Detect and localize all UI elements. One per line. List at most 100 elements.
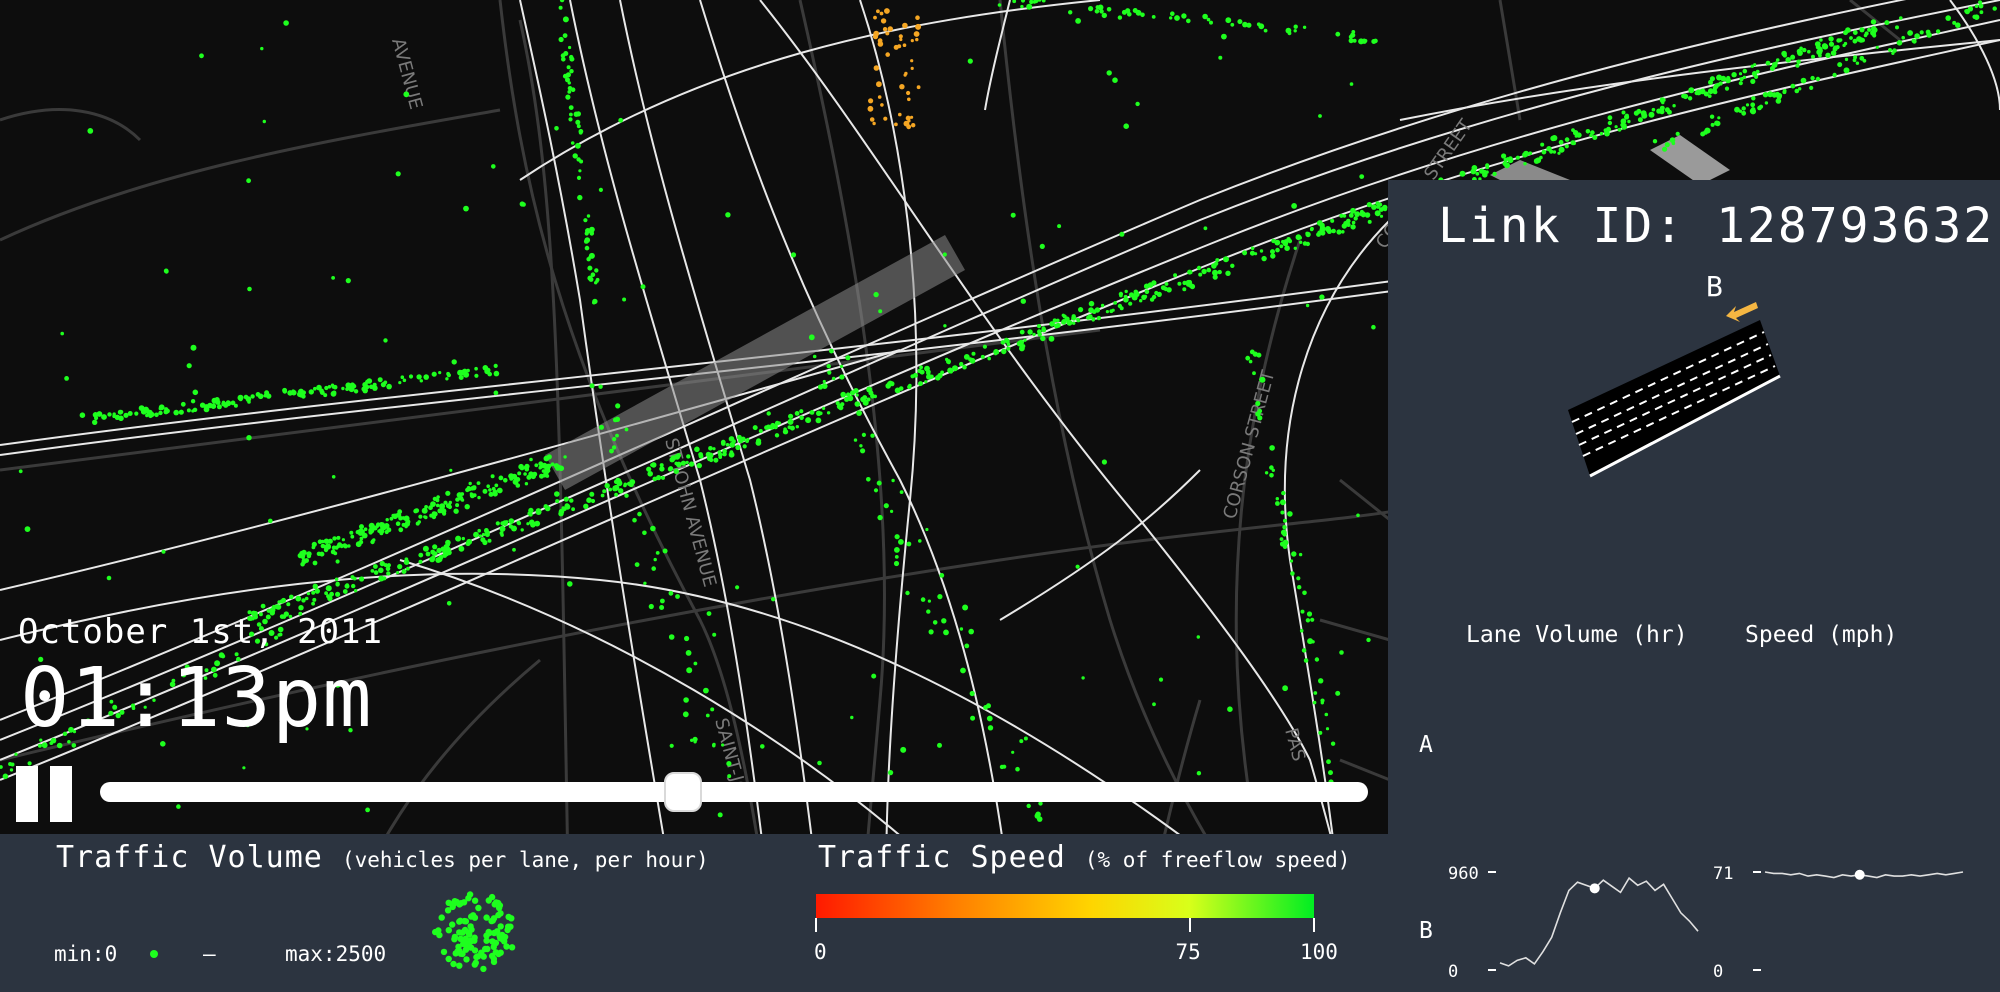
vehicle-dot: [1296, 576, 1301, 581]
vehicle-dot: [345, 583, 350, 587]
vehicle-dot: [1843, 67, 1850, 74]
vehicle-dot: [180, 401, 186, 407]
vehicle-dot: [920, 597, 926, 602]
pause-button[interactable]: [16, 766, 74, 824]
volume-min-dot: [150, 950, 158, 958]
vehicle-dot: [1363, 39, 1368, 43]
vehicle-dot: [1459, 170, 1466, 177]
vehicle-dot: [423, 374, 430, 380]
vehicle-dot: [512, 479, 519, 485]
vehicle-dot: [146, 409, 152, 415]
vehicle-dot: [647, 471, 653, 477]
vehicle-dot: [1358, 38, 1365, 45]
vehicle-dot: [242, 766, 246, 770]
vehicle-dot: [840, 391, 846, 398]
vehicle-dot: [516, 520, 521, 525]
vehicle-dot: [1230, 263, 1235, 268]
vehicle-dot: [1350, 224, 1356, 230]
vehicle-dot: [486, 484, 491, 489]
vehicle-dot: [1282, 525, 1287, 530]
vehicle-dot: [853, 388, 859, 394]
vehicle-dot: [529, 457, 533, 462]
vehicle-dot: [1501, 153, 1507, 159]
vehicle-dot: [1088, 300, 1095, 307]
vehicle-dot: [186, 408, 191, 413]
vehicle-dot: [542, 474, 547, 478]
vehicle-dot: [569, 54, 574, 60]
volume-range-dash: –: [203, 942, 216, 966]
vehicle-dot: [708, 446, 713, 451]
vehicle-dot: [262, 119, 266, 124]
vehicle-dot: [1758, 104, 1764, 109]
volume-cluster-dot: [457, 950, 464, 957]
vehicle-dot: [1019, 345, 1025, 352]
vehicle-dot: [421, 507, 428, 514]
vehicle-dot: [1564, 144, 1569, 149]
vehicle-dot: [712, 447, 716, 451]
vehicle-dot: [18, 469, 23, 474]
volume-cluster-dot: [440, 948, 448, 956]
vehicle-dot: [385, 566, 391, 572]
vehicle-dot: [311, 545, 316, 550]
vehicle-dot: [349, 531, 353, 535]
vehicle-dot: [898, 539, 904, 545]
vehicle-dot: [1819, 38, 1823, 42]
vehicle-dot: [134, 411, 139, 416]
vehicle-dot: [1287, 511, 1293, 517]
vehicle-dot: [1523, 162, 1527, 166]
vehicle-dot: [79, 412, 86, 419]
timeline-slider[interactable]: [100, 772, 1368, 812]
vehicle-dot: [345, 278, 351, 284]
vehicle-dot: [674, 461, 678, 466]
vehicle-dot: [673, 468, 679, 474]
vehicle-dot: [319, 390, 325, 395]
vehicle-dot: [634, 562, 640, 567]
vehicle-dot: [1935, 29, 1941, 34]
vehicle-dot: [1774, 61, 1778, 65]
vehicle-dot: [968, 357, 973, 362]
vehicle-dot: [805, 417, 812, 424]
vehicle-dot: [872, 121, 876, 126]
timeline-slider-handle[interactable]: [664, 772, 703, 812]
vehicle-dot: [684, 635, 690, 642]
vehicle-dot: [491, 164, 496, 169]
vehicle-dot: [158, 410, 163, 416]
vehicle-dot: [1607, 120, 1613, 126]
vehicle-dot: [1695, 89, 1702, 96]
vehicle-dot: [598, 187, 604, 192]
vehicle-dot: [397, 564, 403, 570]
volume-cluster-dot: [503, 943, 510, 950]
vehicle-dot: [1508, 156, 1513, 161]
vehicle-dot: [609, 448, 614, 454]
volume-cluster-dot: [504, 926, 511, 934]
vehicle-dot: [403, 559, 410, 565]
link-lane-diagram: [1568, 302, 1781, 478]
vehicle-dot: [1872, 33, 1877, 38]
vehicle-dot: [626, 481, 632, 486]
vehicle-dot: [910, 115, 914, 119]
vehicle-dot: [432, 511, 438, 517]
vehicle-dot: [1349, 82, 1354, 86]
vehicle-dot: [306, 592, 310, 596]
vehicle-dot: [1978, 3, 1984, 9]
vehicle-dot: [809, 410, 815, 415]
vehicle-dot: [1572, 130, 1579, 136]
volume-max-label: max:2500: [285, 942, 387, 966]
vehicle-dot: [1291, 203, 1297, 209]
vehicle-dot: [1302, 590, 1307, 596]
vehicle-dot: [1135, 101, 1140, 107]
vehicle-dot: [320, 543, 326, 549]
vehicle-dot: [1872, 27, 1878, 33]
volume-cluster-dot: [451, 936, 458, 943]
vehicle-dot: [469, 493, 475, 499]
vehicle-dot: [1703, 91, 1709, 97]
vehicle-dot: [562, 16, 569, 23]
vehicle-dot: [341, 538, 345, 542]
vehicle-dot: [1254, 252, 1258, 256]
vehicle-dot: [398, 527, 404, 533]
vehicle-dot: [106, 575, 112, 581]
vehicle-dot: [1282, 532, 1287, 537]
vehicle-dot: [385, 518, 389, 522]
vehicle-dot: [1627, 119, 1631, 124]
vehicle-dot: [456, 492, 463, 498]
